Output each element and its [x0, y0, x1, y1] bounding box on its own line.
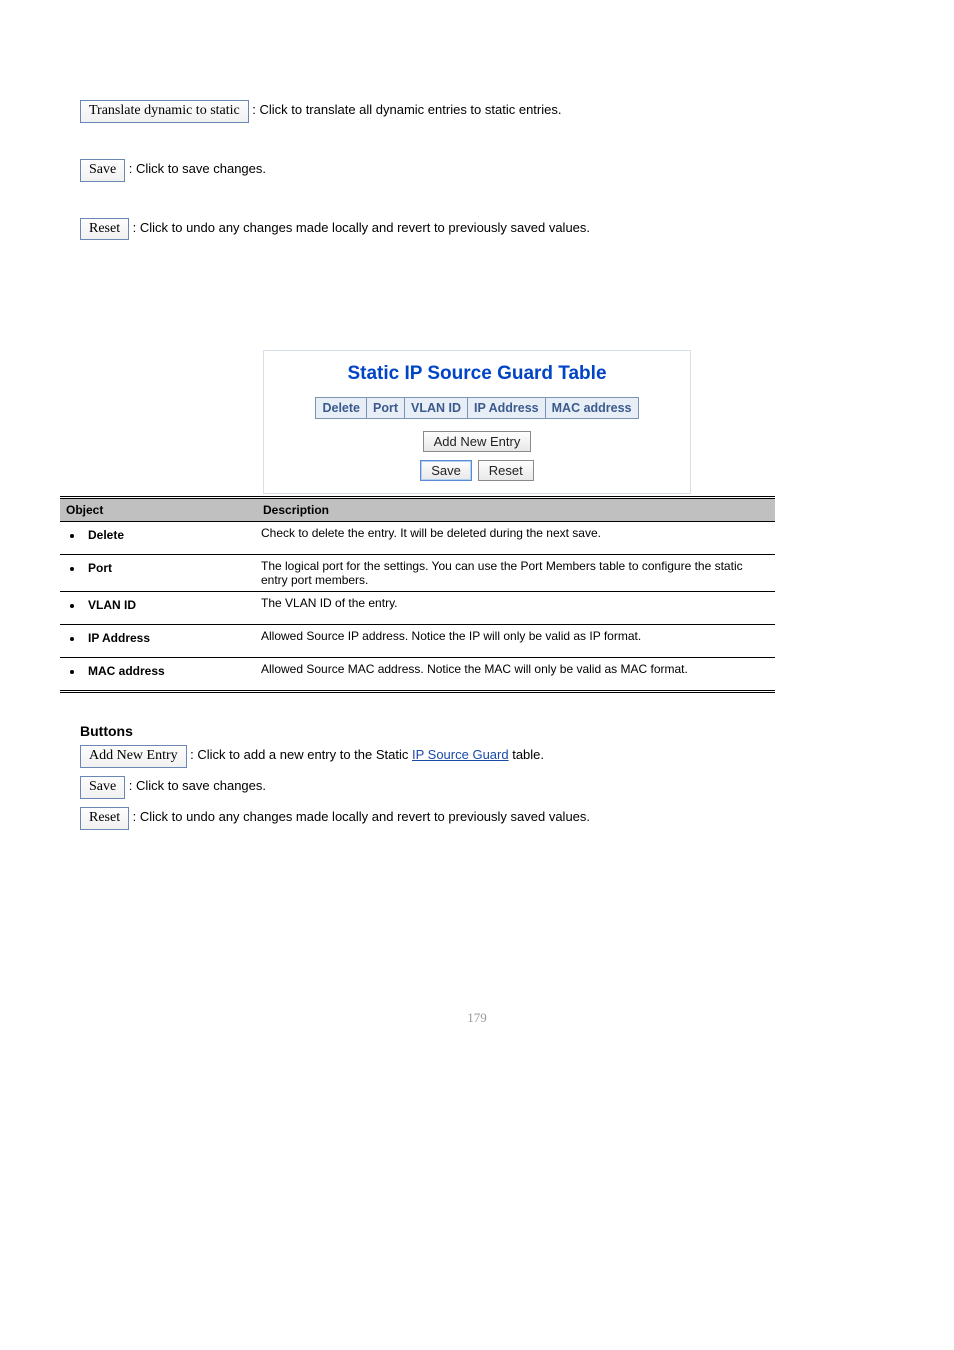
save-button[interactable]: Save: [80, 776, 125, 799]
save-desc-top: : Click to save changes.: [129, 161, 266, 176]
table-row: Port The logical port for the settings. …: [60, 555, 775, 592]
table-row: VLAN ID The VLAN ID of the entry.: [60, 592, 775, 625]
row-label-ip: IP Address: [88, 631, 150, 645]
row-desc-delete: Check to delete the entry. It will be de…: [257, 522, 775, 555]
row-label-port: Port: [88, 561, 112, 575]
row-desc-ip: Allowed Source IP address. Notice the IP…: [257, 625, 775, 658]
row-desc-mac: Allowed Source MAC address. Notice the M…: [257, 658, 775, 692]
row-label-mac: MAC address: [88, 664, 165, 678]
ip-source-guard-link[interactable]: IP Source Guard: [412, 747, 509, 762]
save-desc: : Click to save changes.: [129, 778, 266, 793]
screenshot-save-button[interactable]: Save: [420, 460, 472, 481]
screenshot-add-new-entry-button[interactable]: Add New Entry: [423, 431, 532, 452]
reset-button-top[interactable]: Reset: [80, 218, 129, 241]
col-port: Port: [367, 398, 405, 419]
add-new-entry-button[interactable]: Add New Entry: [80, 745, 187, 768]
reset-button[interactable]: Reset: [80, 807, 129, 830]
reset-desc: : Click to undo any changes made locally…: [133, 809, 590, 824]
page-number: 179: [50, 1010, 904, 1026]
col-ip-address: IP Address: [468, 398, 546, 419]
translate-dynamic-button[interactable]: Translate dynamic to static: [80, 100, 249, 123]
col-mac-address: MAC address: [545, 398, 638, 419]
row-desc-port: The logical port for the settings. You c…: [257, 555, 775, 592]
config-header-object: Object: [60, 498, 257, 522]
row-label-vlan: VLAN ID: [88, 598, 136, 612]
col-vlan-id: VLAN ID: [405, 398, 468, 419]
add-new-entry-desc: : Click to add a new entry to the Static…: [190, 747, 544, 762]
static-ip-source-guard-screenshot: Static IP Source Guard Table Delete Port…: [263, 350, 691, 494]
row-label-delete: Delete: [88, 528, 124, 542]
row-desc-vlan: The VLAN ID of the entry.: [257, 592, 775, 625]
screenshot-title: Static IP Source Guard Table: [272, 363, 682, 385]
table-row: Delete Check to delete the entry. It wil…: [60, 522, 775, 555]
config-object-description-table: Object Description Delete Check to delet…: [60, 496, 775, 693]
col-delete: Delete: [316, 398, 367, 419]
reset-desc-top: : Click to undo any changes made locally…: [133, 220, 590, 235]
save-button-top[interactable]: Save: [80, 159, 125, 182]
translate-dynamic-desc: : Click to translate all dynamic entries…: [252, 102, 561, 117]
table-row: MAC address Allowed Source MAC address. …: [60, 658, 775, 692]
screenshot-reset-button[interactable]: Reset: [478, 460, 534, 481]
table-row: IP Address Allowed Source IP address. No…: [60, 625, 775, 658]
screenshot-table: Delete Port VLAN ID IP Address MAC addre…: [315, 397, 638, 419]
config-header-description: Description: [257, 498, 775, 522]
buttons-heading: Buttons: [80, 723, 904, 739]
